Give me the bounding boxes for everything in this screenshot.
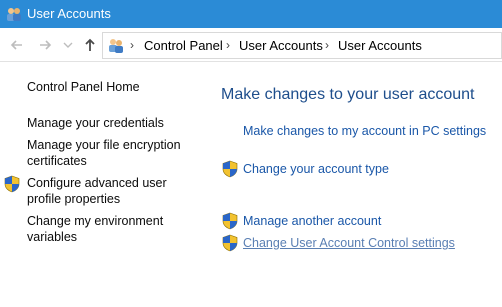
page-title: Make changes to your user account — [221, 86, 475, 103]
address-bar[interactable]: › Control Panel › User Accounts › User A… — [102, 32, 502, 59]
breadcrumb-user-accounts[interactable]: User Accounts — [239, 38, 323, 53]
task-change-account-type[interactable]: Change your account type — [243, 162, 389, 176]
sidebar-item-advanced-profile[interactable]: Configure advanced user profile properti… — [27, 175, 177, 207]
sidebar-item-file-encryption[interactable]: Manage your file encryption certificates — [27, 137, 187, 169]
uac-shield-icon — [4, 175, 20, 193]
users-icon — [109, 39, 123, 53]
back-arrow-icon[interactable] — [8, 36, 26, 54]
uac-shield-icon — [222, 212, 238, 230]
task-uac-settings[interactable]: Change User Account Control settings — [243, 236, 455, 250]
uac-shield-icon — [222, 160, 238, 178]
task-pc-settings[interactable]: Make changes to my account in PC setting… — [243, 124, 486, 138]
chevron-down-icon[interactable] — [62, 36, 74, 54]
task-manage-another-account[interactable]: Manage another account — [243, 214, 381, 228]
chevron-right-icon[interactable]: › — [226, 38, 236, 52]
sidebar-item-environment-variables[interactable]: Change my environment variables — [27, 213, 172, 245]
title-bar: User Accounts — [0, 0, 502, 28]
breadcrumb-user-accounts-current[interactable]: User Accounts — [338, 38, 422, 53]
forward-arrow-icon[interactable] — [36, 36, 54, 54]
sidebar-item-manage-credentials[interactable]: Manage your credentials — [27, 115, 164, 131]
chevron-right-icon[interactable]: › — [325, 38, 335, 52]
uac-shield-icon — [222, 234, 238, 252]
sidebar-item-control-panel-home[interactable]: Control Panel Home — [27, 79, 140, 95]
chevron-right-icon[interactable]: › — [130, 38, 140, 52]
window-title: User Accounts — [27, 6, 111, 21]
up-arrow-icon[interactable] — [81, 36, 99, 54]
navigation-bar: › Control Panel › User Accounts › User A… — [0, 28, 502, 62]
breadcrumb-control-panel[interactable]: Control Panel — [144, 38, 223, 53]
users-icon — [7, 8, 21, 21]
